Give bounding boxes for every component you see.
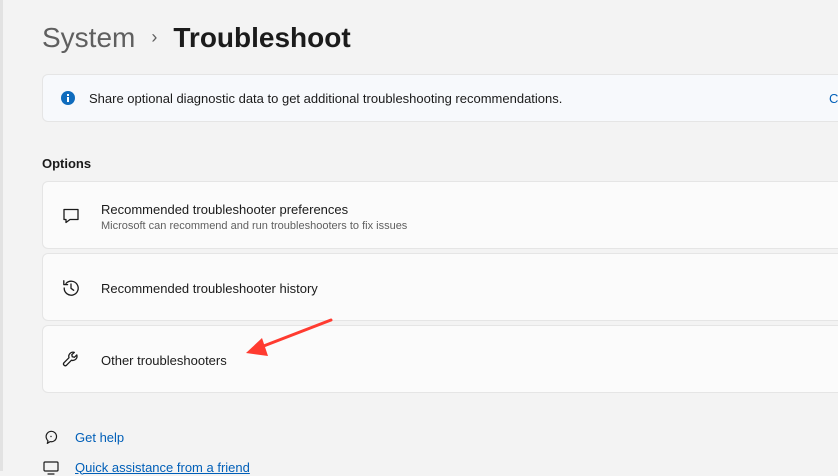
quick-assist-label[interactable]: Quick assistance from a friend xyxy=(75,460,250,475)
option-recommended-preferences[interactable]: Recommended troubleshooter preferences M… xyxy=(42,181,838,249)
get-help-label[interactable]: Get help xyxy=(75,430,124,445)
diagnostic-data-banner: Share optional diagnostic data to get ad… xyxy=(42,74,838,122)
breadcrumb-system[interactable]: System xyxy=(42,22,135,54)
page-title: Troubleshoot xyxy=(173,22,351,53)
option-title: Other troubleshooters xyxy=(101,353,227,368)
window-left-edge xyxy=(0,0,3,471)
chat-bubble-icon xyxy=(63,208,79,224)
option-subtitle: Microsoft can recommend and run troubles… xyxy=(101,220,408,232)
breadcrumb-separator: › xyxy=(151,26,158,47)
options-heading: Options xyxy=(42,156,92,171)
option-other-troubleshooters[interactable]: Other troubleshooters xyxy=(42,325,838,393)
info-icon xyxy=(61,91,75,105)
diagnostic-data-text: Share optional diagnostic data to get ad… xyxy=(89,91,563,106)
quick-assist-link[interactable]: Quick assistance from a friend xyxy=(42,458,250,476)
help-icon xyxy=(45,430,58,444)
breadcrumb: System › Troubleshoot xyxy=(42,18,351,58)
history-icon xyxy=(63,280,79,296)
option-recommended-history[interactable]: Recommended troubleshooter history xyxy=(42,253,838,321)
diagnostic-data-action[interactable]: C xyxy=(829,91,838,106)
quick-assist-icon xyxy=(43,461,59,475)
wrench-icon xyxy=(62,351,78,367)
get-help-link[interactable]: Get help xyxy=(42,428,124,446)
option-title: Recommended troubleshooter preferences xyxy=(101,202,349,217)
option-title: Recommended troubleshooter history xyxy=(101,281,318,296)
